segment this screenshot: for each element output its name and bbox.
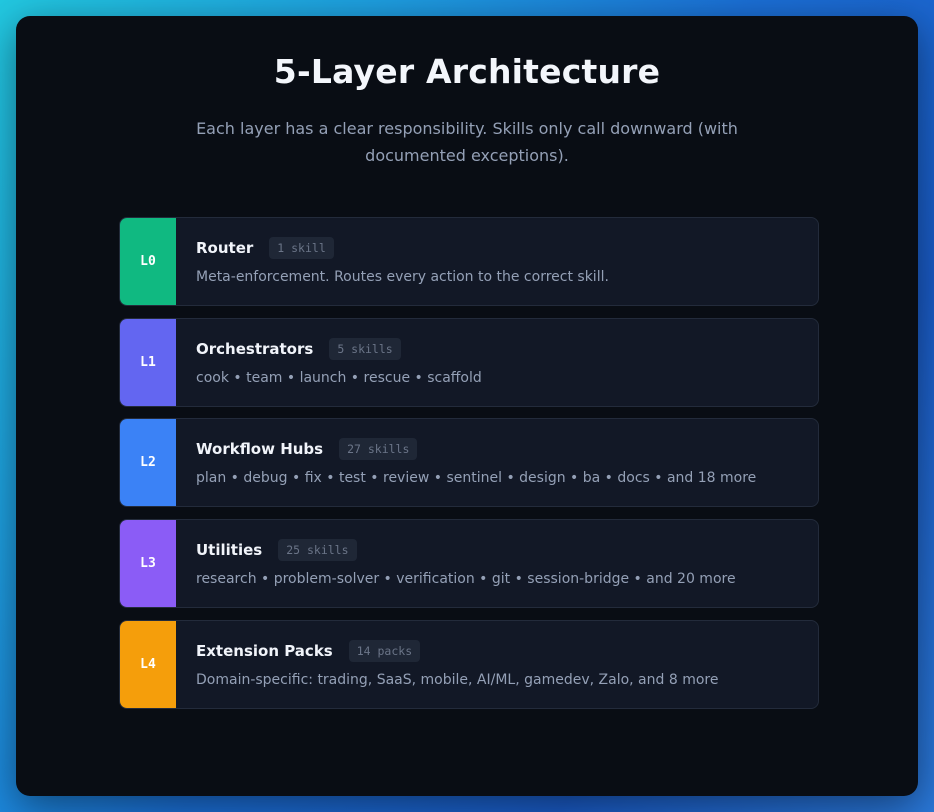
layer-row-l2: L2 Workflow Hubs 27 skills plan • debug … [119, 418, 819, 507]
layer-stack: L0 Router 1 skill Meta-enforcement. Rout… [119, 217, 819, 721]
layer-content: Extension Packs 14 packs Domain-specific… [196, 640, 802, 688]
skill-count-badge: 5 skills [329, 338, 401, 360]
layer-description: Meta-enforcement. Routes every action to… [196, 269, 609, 285]
layer-content: Orchestrators 5 skills cook • team • lau… [196, 338, 802, 386]
layer-tag: L1 [120, 319, 176, 406]
layer-row-l0: L0 Router 1 skill Meta-enforcement. Rout… [119, 217, 819, 306]
layer-header: Workflow Hubs 27 skills [196, 438, 802, 460]
layer-row-l3: L3 Utilities 25 skills research • proble… [119, 519, 819, 608]
skill-count-badge: 27 skills [339, 438, 418, 460]
layer-description: research • problem-solver • verification… [196, 571, 736, 587]
skill-count-badge: 14 packs [348, 640, 421, 662]
architecture-card: 5-Layer Architecture Each layer has a cl… [16, 16, 918, 796]
layer-header: Router 1 skill [196, 237, 802, 259]
layer-content: Router 1 skill Meta-enforcement. Routes … [196, 237, 802, 285]
layer-tag: L3 [120, 520, 176, 607]
layer-content: Workflow Hubs 27 skills plan • debug • f… [196, 438, 802, 486]
layer-row-l4: L4 Extension Packs 14 packs Domain-speci… [119, 620, 819, 709]
layer-tag: L0 [120, 218, 176, 305]
skill-count-badge: 25 skills [278, 539, 357, 561]
layer-description: Domain-specific: trading, SaaS, mobile, … [196, 672, 719, 688]
page-title: 5-Layer Architecture [273, 52, 661, 91]
layer-tag: L4 [120, 621, 176, 708]
layer-row-l1: L1 Orchestrators 5 skills cook • team • … [119, 318, 819, 407]
skill-count-badge: 1 skill [269, 237, 334, 259]
layer-description: plan • debug • fix • test • review • sen… [196, 470, 757, 486]
layer-description: cook • team • launch • rescue • scaffold [196, 370, 482, 386]
layer-header: Orchestrators 5 skills [196, 338, 802, 360]
layer-name: Workflow Hubs [196, 440, 324, 458]
layer-name: Router [196, 239, 254, 257]
layer-name: Extension Packs [196, 642, 333, 660]
layer-name: Utilities [196, 541, 263, 559]
layer-name: Orchestrators [196, 340, 314, 358]
layer-header: Extension Packs 14 packs [196, 640, 802, 662]
layer-content: Utilities 25 skills research • problem-s… [196, 539, 802, 587]
layer-tag: L2 [120, 419, 176, 506]
page-subtitle: Each layer has a clear responsibility. S… [196, 119, 738, 165]
layer-header: Utilities 25 skills [196, 539, 802, 561]
